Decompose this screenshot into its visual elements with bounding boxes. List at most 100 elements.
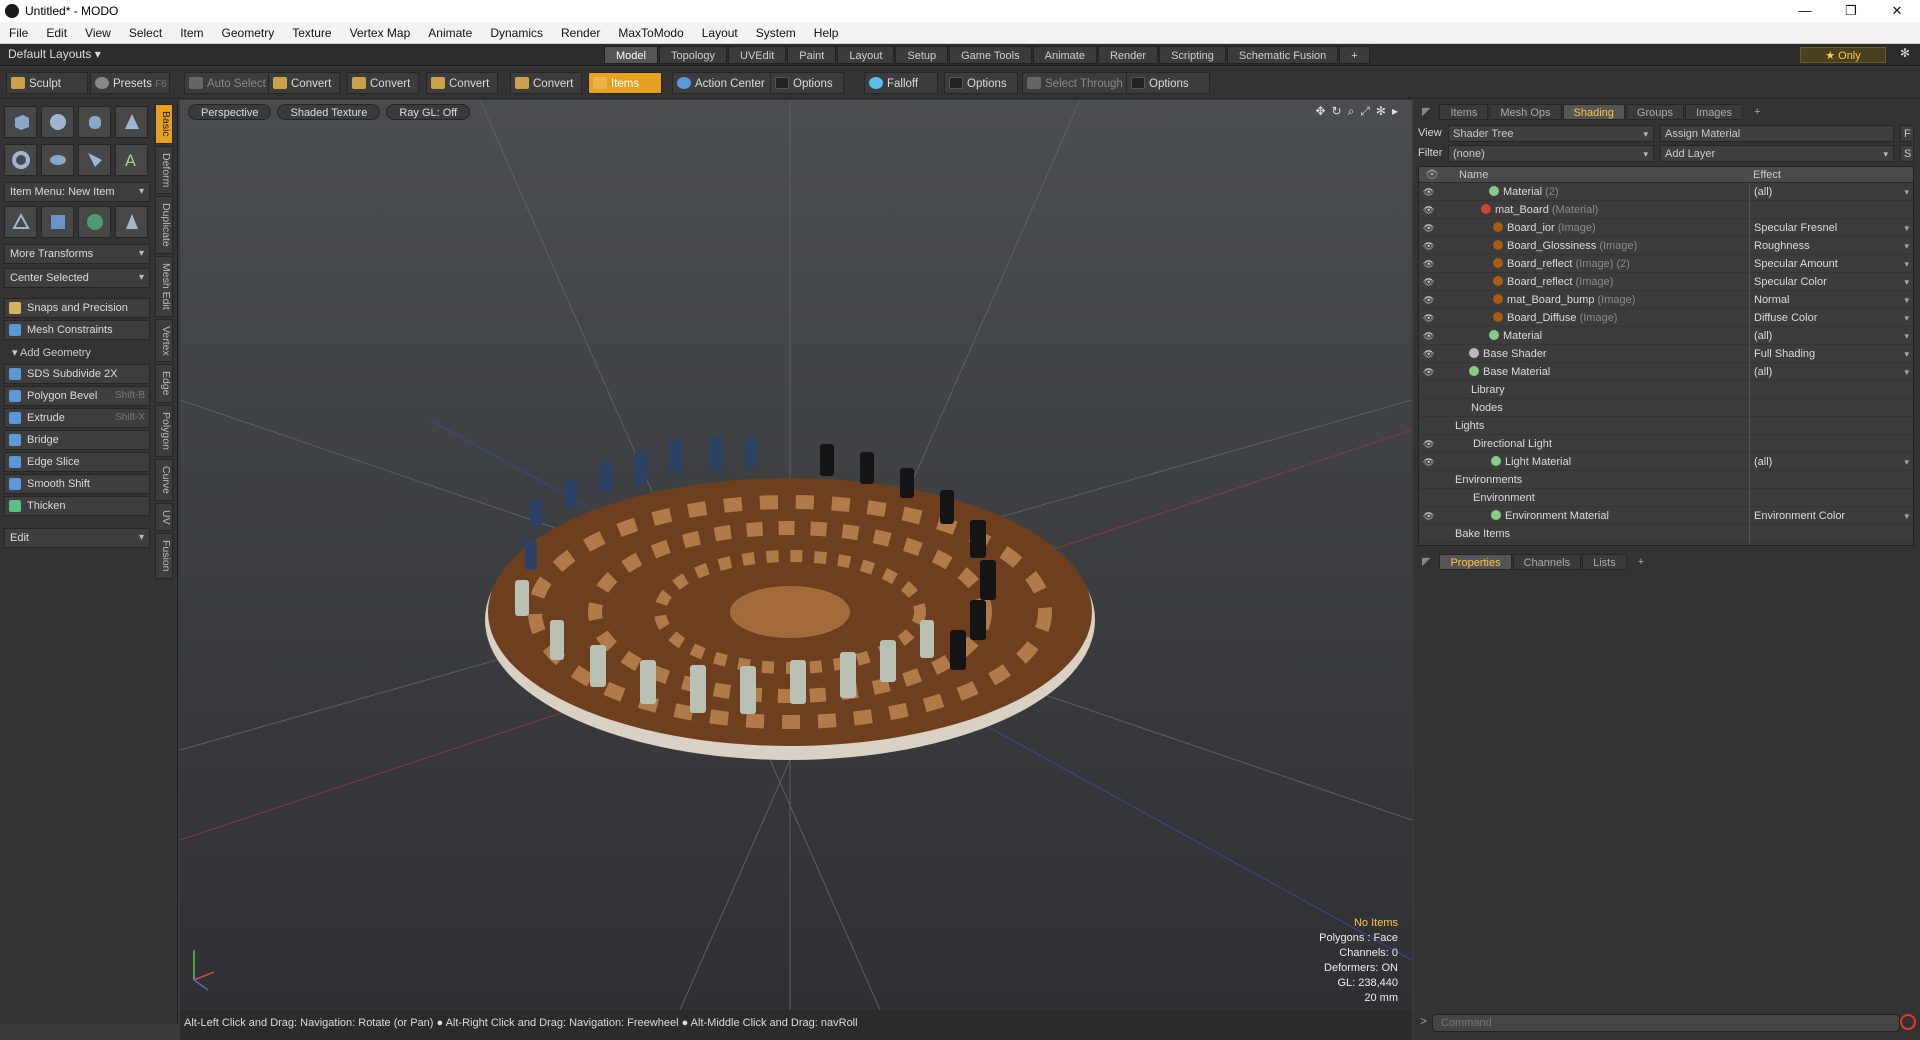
shading-mode-dropdown[interactable]: Shaded Texture xyxy=(277,104,381,120)
tab-topology[interactable]: Topology xyxy=(658,46,728,64)
menu-vertex-map[interactable]: Vertex Map xyxy=(341,26,420,40)
center-selected-dropdown[interactable]: Center Selected xyxy=(4,268,150,288)
tab-mesh-ops[interactable]: Mesh Ops xyxy=(1489,104,1562,120)
locator-button[interactable] xyxy=(4,206,37,238)
add-geometry-section[interactable]: ▾ Add Geometry xyxy=(4,344,150,362)
presets-button[interactable]: Presets F6 xyxy=(90,72,170,94)
shader-tree-row[interactable]: Environment xyxy=(1419,489,1913,507)
menu-texture[interactable]: Texture xyxy=(283,26,340,40)
shader-tree-row[interactable]: 👁 Board_Diffuse (Image) Diffuse Color xyxy=(1419,309,1913,327)
vtab-deform[interactable]: Deform xyxy=(155,145,173,195)
select-through-button[interactable]: Select Through xyxy=(1022,72,1132,94)
vtab-basic[interactable]: Basic xyxy=(155,104,173,144)
capsule-primitive-button[interactable] xyxy=(41,144,74,176)
effect-dropdown[interactable]: Full Shading xyxy=(1749,345,1913,363)
effect-dropdown[interactable]: (all) xyxy=(1749,453,1913,471)
only-toggle[interactable]: ★ Only xyxy=(1800,47,1886,63)
vtab-mesh-edit[interactable]: Mesh Edit xyxy=(155,255,173,317)
rotate-icon[interactable]: ↻ xyxy=(1332,104,1342,119)
default-layouts-dropdown[interactable]: Default Layouts ▾ xyxy=(8,47,101,61)
visibility-eye-icon[interactable]: 👁 xyxy=(1423,183,1441,201)
convert-materials-button[interactable]: Convert xyxy=(510,72,583,94)
zoom-icon[interactable]: ⌕ xyxy=(1348,104,1355,119)
visibility-eye-icon[interactable]: 👁 xyxy=(1423,345,1441,363)
tab-shading[interactable]: Shading xyxy=(1562,104,1625,120)
edge-slice-button[interactable]: Edge Slice xyxy=(4,452,150,472)
tab-items[interactable]: Items xyxy=(1439,104,1489,120)
visibility-eye-icon[interactable]: 👁 xyxy=(1423,363,1441,381)
shader-tree-row[interactable]: 👁 Board_ior (Image) Specular Fresnel xyxy=(1419,219,1913,237)
mesh-constraints-button[interactable]: Mesh Constraints xyxy=(4,320,150,340)
menu-render[interactable]: Render xyxy=(552,26,609,40)
view-type-dropdown[interactable]: Perspective xyxy=(188,104,272,120)
cone-primitive-button[interactable] xyxy=(115,106,148,138)
add-properties-tab-button[interactable]: + xyxy=(1628,554,1654,570)
visibility-eye-icon[interactable]: 👁 xyxy=(1423,219,1441,237)
tab-model[interactable]: Model xyxy=(604,46,658,64)
menu-file[interactable]: File xyxy=(0,26,37,40)
globe-button[interactable] xyxy=(78,206,111,238)
visibility-eye-icon[interactable]: 👁 xyxy=(1423,291,1441,309)
shader-tree-row[interactable]: 👁 Board_reflect (Image) (2) Specular Amoun… xyxy=(1419,255,1913,273)
menu-geometry[interactable]: Geometry xyxy=(213,26,284,40)
shader-tree-row[interactable]: 👁 Base Material (all) xyxy=(1419,363,1913,381)
tab-paint[interactable]: Paint xyxy=(787,46,837,64)
mesh-item-button[interactable] xyxy=(41,206,74,238)
record-macro-icon[interactable] xyxy=(1900,1014,1916,1030)
shader-tree-row[interactable]: 👁 Board_reflect (Image) Specular Color xyxy=(1419,273,1913,291)
panel-menu-icon[interactable]: ◤ xyxy=(1414,104,1438,120)
light-button[interactable] xyxy=(115,206,148,238)
vtab-uv[interactable]: UV xyxy=(155,502,173,532)
visibility-eye-icon[interactable]: 👁 xyxy=(1423,453,1441,471)
assign-material-button[interactable]: Assign Material xyxy=(1660,124,1894,142)
visibility-eye-icon[interactable]: 👁 xyxy=(1423,327,1441,345)
raygl-toggle[interactable]: Ray GL: Off xyxy=(386,104,471,120)
sds-subdivide-button[interactable]: SDS Subdivide 2X xyxy=(4,364,150,384)
s-button[interactable]: S xyxy=(1900,144,1914,162)
menu-help[interactable]: Help xyxy=(805,26,848,40)
shader-tree-row[interactable]: 👁 Light Material (all) xyxy=(1419,453,1913,471)
f-button[interactable]: F xyxy=(1900,124,1914,142)
effect-dropdown[interactable]: Normal xyxy=(1749,291,1913,309)
add-panel-tab-button[interactable]: + xyxy=(1744,104,1770,120)
polygon-bevel-button[interactable]: Polygon Bevel Shift-B xyxy=(4,386,150,406)
vtab-vertex[interactable]: Vertex xyxy=(155,318,173,363)
effect-dropdown[interactable]: Specular Amount xyxy=(1749,255,1913,273)
visibility-eye-icon[interactable]: 👁 xyxy=(1423,435,1441,453)
menu-layout[interactable]: Layout xyxy=(693,26,747,40)
sculpt-button[interactable]: Sculpt xyxy=(6,72,88,94)
items-mode-button[interactable]: Items xyxy=(588,72,662,94)
effect-dropdown[interactable]: (all) xyxy=(1749,363,1913,381)
tab-properties[interactable]: Properties xyxy=(1439,554,1512,570)
snaps-precision-button[interactable]: Snaps and Precision xyxy=(4,298,150,318)
tab-render[interactable]: Render xyxy=(1097,46,1159,64)
bridge-button[interactable]: Bridge xyxy=(4,430,150,450)
vtab-polygon[interactable]: Polygon xyxy=(155,404,173,457)
effect-column-header[interactable]: Effect xyxy=(1753,167,1781,183)
menu-select[interactable]: Select xyxy=(120,26,171,40)
effect-dropdown[interactable]: Environment Color xyxy=(1749,507,1913,525)
action-center-button[interactable]: Action Center xyxy=(672,72,774,94)
tab-schematic-fusion[interactable]: Schematic Fusion xyxy=(1226,46,1339,64)
item-menu-dropdown[interactable]: Item Menu: New Item xyxy=(4,182,150,202)
menu-maxtomodo[interactable]: MaxToModo xyxy=(609,26,692,40)
vtab-fusion[interactable]: Fusion xyxy=(155,533,173,579)
tab-scripting[interactable]: Scripting xyxy=(1159,46,1226,64)
minimize-button[interactable]: — xyxy=(1782,0,1828,22)
tab-images[interactable]: Images xyxy=(1684,104,1744,120)
add-layer-dropdown[interactable]: Add Layer xyxy=(1660,144,1894,162)
text-tool-button[interactable]: A xyxy=(115,144,148,176)
auto-select-button[interactable]: Auto Select xyxy=(184,72,275,94)
convert-vertices-button[interactable]: Convert xyxy=(268,72,341,94)
sphere-primitive-button[interactable] xyxy=(41,106,74,138)
convert-edges-button[interactable]: Convert xyxy=(347,72,420,94)
vtab-edge[interactable]: Edge xyxy=(155,364,173,403)
more-transforms-dropdown[interactable]: More Transforms xyxy=(4,244,150,264)
panel-menu-icon[interactable]: ◤ xyxy=(1414,554,1438,570)
close-button[interactable]: ✕ xyxy=(1874,0,1920,22)
tab-uvedit[interactable]: UVEdit xyxy=(728,46,787,64)
tab-channels[interactable]: Channels xyxy=(1512,554,1582,570)
tab-groups[interactable]: Groups xyxy=(1625,104,1684,120)
visibility-eye-icon[interactable]: 👁 xyxy=(1423,273,1441,291)
view-dropdown[interactable]: Shader Tree xyxy=(1448,124,1654,142)
